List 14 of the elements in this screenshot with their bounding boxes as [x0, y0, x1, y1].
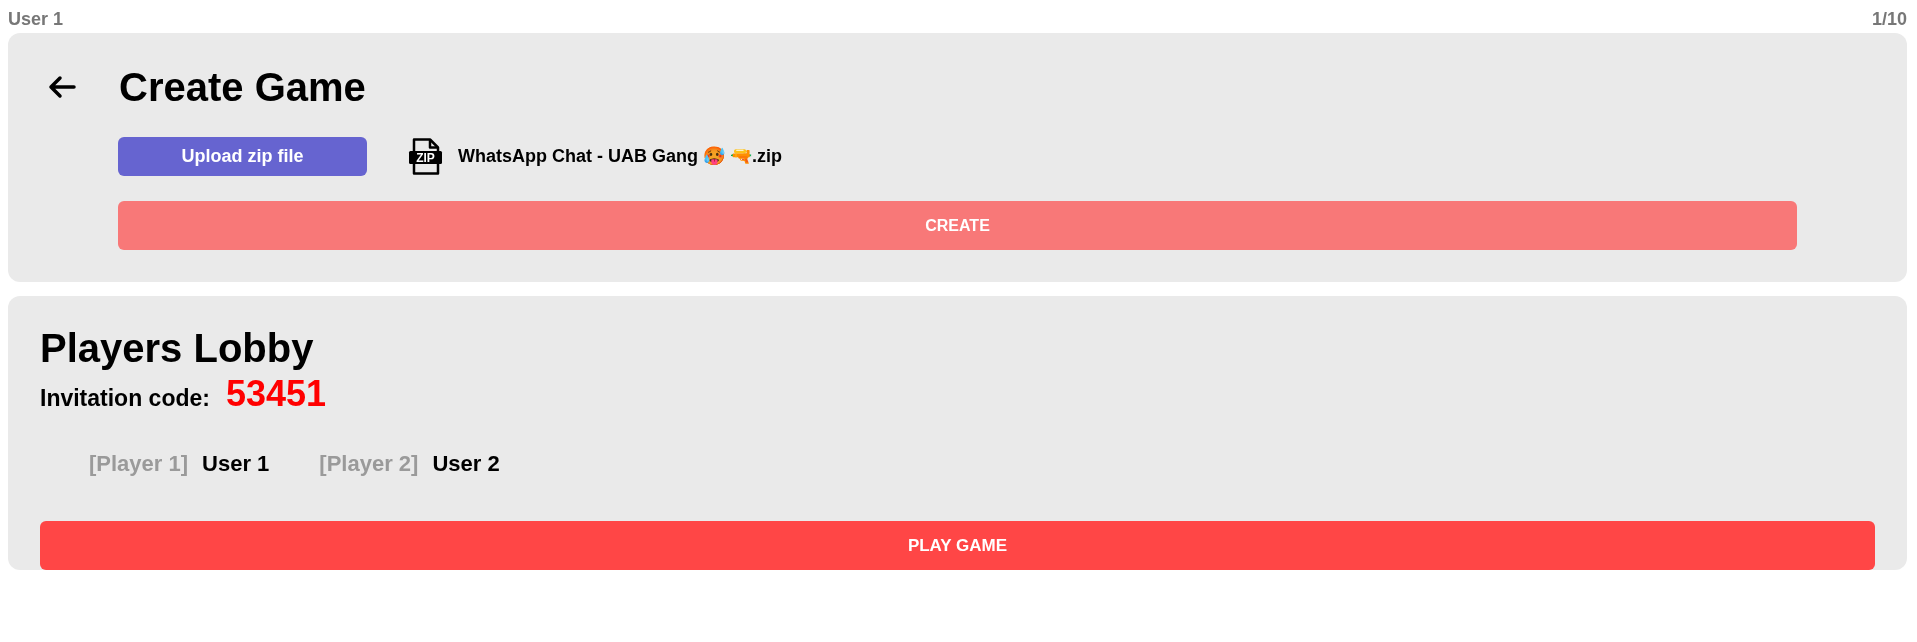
back-arrow-icon[interactable]	[48, 75, 76, 99]
player-tag: [Player 2]	[319, 450, 419, 478]
player-tag: [Player 1]	[89, 450, 189, 478]
play-game-button[interactable]: PLAY GAME	[40, 521, 1875, 570]
upload-button[interactable]: Upload zip file	[118, 137, 367, 176]
round-counter: 1/10	[1871, 9, 1907, 29]
file-name: WhatsApp Chat - UAB Gang 🥵 🔫.zip	[458, 145, 782, 168]
lobby-title: Players Lobby	[40, 326, 314, 370]
invitation-code: 53451	[225, 374, 327, 414]
invitation-label: Invitation code:	[40, 384, 210, 413]
player-name: User 1	[202, 450, 270, 478]
user-name: User 1	[8, 9, 64, 29]
player-name: User 2	[432, 450, 500, 478]
page-title: Create Game	[119, 64, 366, 111]
